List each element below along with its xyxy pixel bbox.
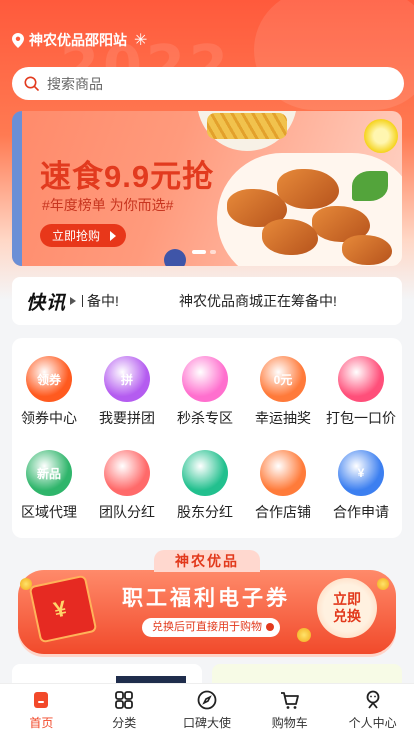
ticker-text: 神农优品商城正在筹备中! <box>179 293 337 309</box>
grid-item-bundle-price[interactable]: 打包一口价 <box>322 356 400 428</box>
news-logo: 快讯 <box>26 292 67 314</box>
cart-icon <box>280 692 299 709</box>
blueberry-image <box>164 249 186 266</box>
chicken-wing-image <box>342 235 392 265</box>
grid-item-group-buy[interactable]: 拼我要拼团 <box>88 356 166 428</box>
envelope-icon <box>104 450 150 496</box>
coupon-icon: 领券 <box>26 356 72 402</box>
carousel-dot-active <box>192 250 206 254</box>
grid-item-coupon[interactable]: 领券 领券中心 <box>10 356 88 428</box>
tab-label: 个人中心 <box>348 716 397 730</box>
search-icon <box>24 76 39 91</box>
feature-grid: 领券 领券中心拼我要拼团 秒杀专区 0元 幸运抽奖 打包一口价 新品 区域代理 团队分红 股东分红… <box>12 338 402 538</box>
grid-item-person[interactable]: 股东分红 <box>166 450 244 522</box>
chicken-wing-image <box>277 169 339 209</box>
promo-banner[interactable]: 速食9.9元抢 #年度榜单 为你而选# 立即抢购 <box>12 111 402 266</box>
grid-item-label: 团队分红 <box>99 504 155 520</box>
grid-item-label: 合作店铺 <box>255 504 311 520</box>
location-pin-icon <box>12 32 24 48</box>
calendar-icon: 新品 <box>26 450 72 496</box>
tab-compass[interactable]: 口碑大使 <box>166 684 249 736</box>
lemon-image <box>364 119 398 153</box>
shop-box-icon <box>260 450 306 496</box>
shield-icon: ¥ <box>338 450 384 496</box>
group-buy-icon: 拼 <box>104 356 150 402</box>
banner-title: 速食9.9元抢 <box>40 159 215 194</box>
product-card-peek[interactable] <box>212 664 402 684</box>
flash-sale-icon <box>182 356 228 402</box>
tab-profile[interactable]: 个人中心 <box>331 684 414 736</box>
grid-item-label: 股东分红 <box>177 504 233 520</box>
compass-icon <box>197 690 217 710</box>
grid-item-label: 幸运抽奖 <box>255 410 311 426</box>
profile-icon <box>366 690 379 709</box>
carousel-dot <box>210 250 216 254</box>
tab-label: 分类 <box>112 716 137 730</box>
chicken-wing-image <box>262 219 318 255</box>
pasta-image <box>207 113 287 139</box>
home-icon <box>34 692 49 708</box>
search-placeholder: 搜索商品 <box>47 75 103 92</box>
grid-item-shield[interactable]: ¥ 合作申请 <box>322 450 400 522</box>
grid-item-label: 区域代理 <box>21 504 77 520</box>
grid-item-label: 领券中心 <box>21 410 77 426</box>
sparkle-icon: ✳ <box>134 32 148 49</box>
lottery-icon: 0元 <box>260 356 306 402</box>
tab-category-grid[interactable]: 分类 <box>83 684 166 736</box>
search-bar[interactable]: 搜索商品 <box>12 67 404 100</box>
ticker-text-container: 备中! 神农优品商城正在筹备中! <box>87 291 377 311</box>
tab-cart[interactable]: 购物车 <box>248 684 331 736</box>
redeem-label-line2: 兑换 <box>333 608 361 624</box>
grid-item-lottery[interactable]: 0元幸运抽奖 <box>244 356 322 428</box>
location-label: 神农优品邵阳站 <box>29 32 127 48</box>
ticker-fragment: 备中! <box>87 293 119 309</box>
bottom-tab-bar: 首页 分类 口碑大使 购物车 个人中心 <box>0 683 414 736</box>
tab-home[interactable]: 首页 <box>0 684 83 736</box>
grid-item-label: 打包一口价 <box>326 410 396 426</box>
location-selector[interactable]: 神农优品邵阳站 ✳ <box>12 30 147 50</box>
banner-cta-button[interactable]: 立即抢购 <box>40 224 126 247</box>
previous-slide-peek <box>12 111 22 266</box>
grid-item-label: 我要拼团 <box>99 410 155 426</box>
bundle-price-icon <box>338 356 384 402</box>
news-ticker[interactable]: 快讯 备中! 神农优品商城正在筹备中! <box>12 277 402 325</box>
grid-item-label: 合作申请 <box>333 504 389 520</box>
redeem-button[interactable]: 立即 兑换 <box>317 578 377 638</box>
category-grid-icon <box>115 691 134 709</box>
next-section-peek <box>12 664 402 684</box>
coin-decoration <box>377 578 389 590</box>
banner-subtitle: #年度榜单 为你而选# <box>42 197 174 213</box>
grid-item-shop-box[interactable]: 合作店铺 <box>244 450 322 522</box>
grid-item-label: 秒杀专区 <box>177 410 233 426</box>
person-icon <box>182 450 228 496</box>
coin-decoration <box>297 628 311 642</box>
ticker-divider <box>82 295 84 307</box>
coupon-card-hint: 兑换后可直接用于购物 <box>142 618 280 637</box>
tab-label: 首页 <box>29 716 54 730</box>
play-arrow-icon <box>70 297 77 305</box>
red-envelope-icon <box>28 574 98 644</box>
carousel-indicator <box>192 250 216 254</box>
product-card-peek[interactable] <box>12 664 202 684</box>
grid-item-calendar[interactable]: 新品 区域代理 <box>10 450 88 522</box>
tab-label: 口碑大使 <box>182 716 231 730</box>
tab-label: 购物车 <box>271 716 308 730</box>
coupon-card-title: 职工福利电子券 <box>122 587 290 610</box>
redeem-label-line1: 立即 <box>333 591 361 607</box>
grid-item-flash-sale[interactable]: 秒杀专区 <box>166 356 244 428</box>
coupon-card-tab: 神农优品 <box>154 550 260 572</box>
grid-item-envelope[interactable]: 团队分红 <box>88 450 166 522</box>
employee-coupon-card[interactable]: 神农优品 职工福利电子券 兑换后可直接用于购物 立即 兑换 <box>12 548 402 660</box>
herb-image <box>352 171 388 201</box>
